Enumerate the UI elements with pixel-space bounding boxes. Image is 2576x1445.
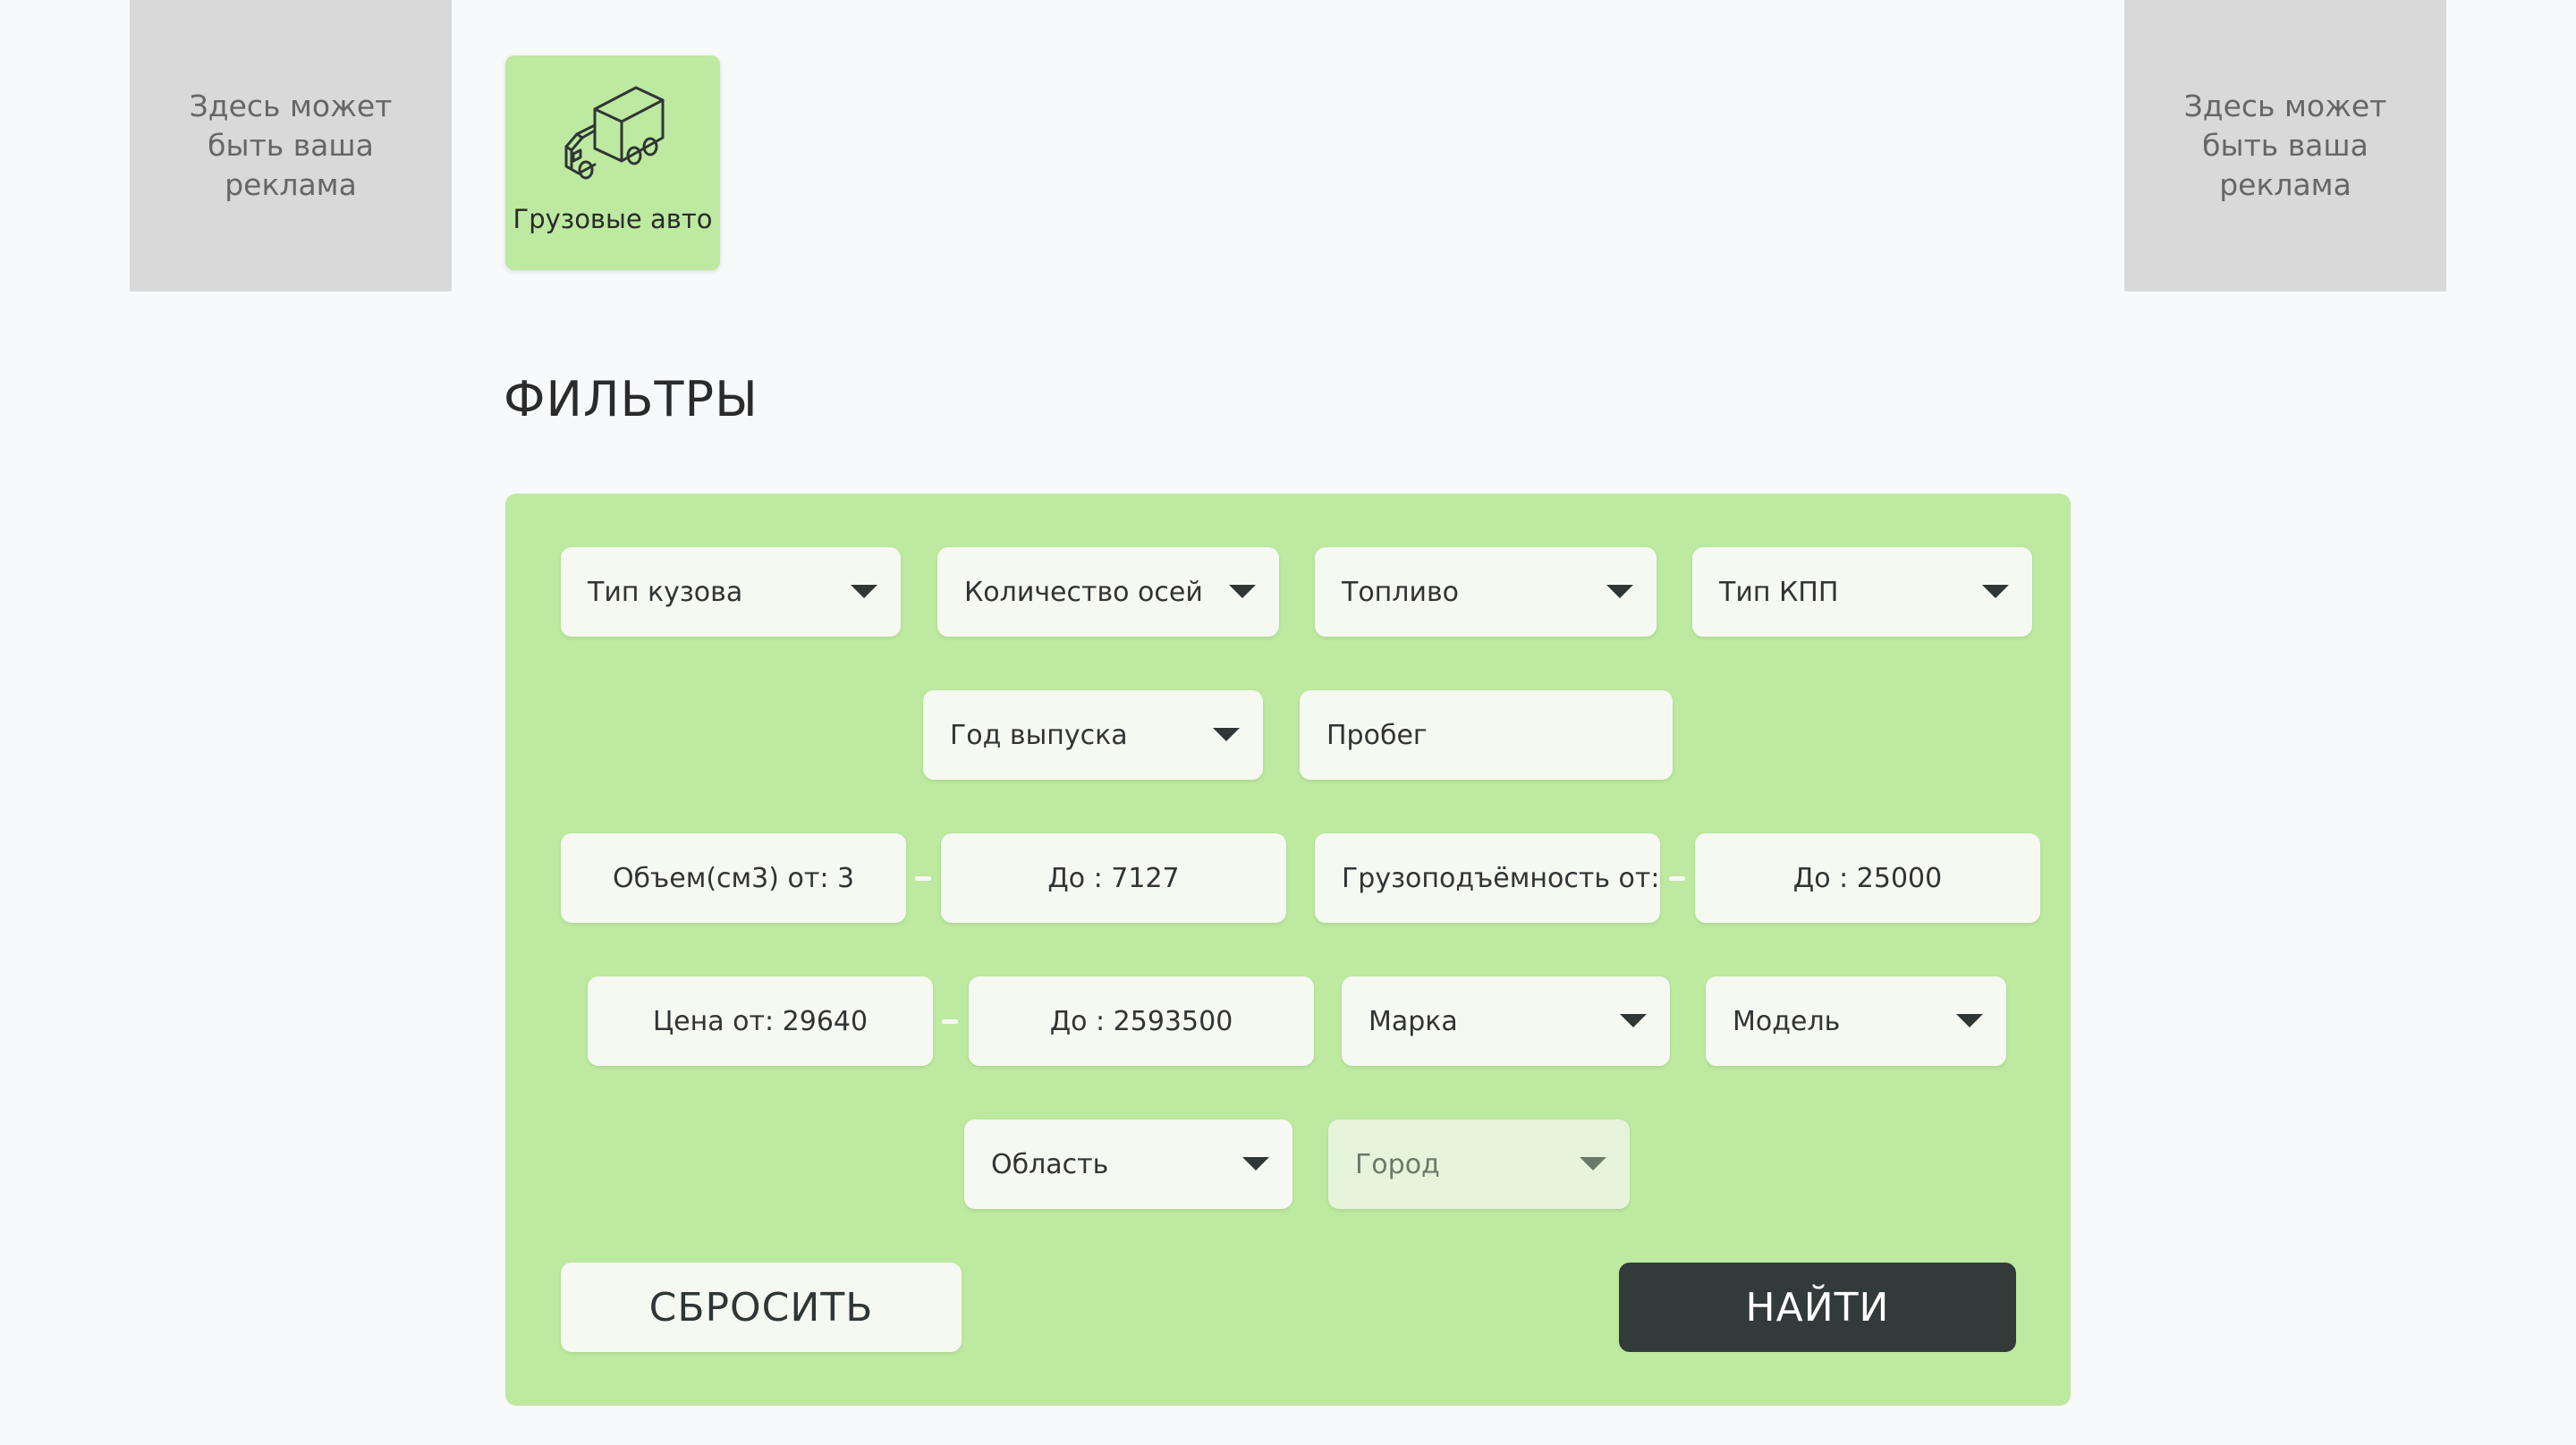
capacity-from-input[interactable]: Грузоподъёмность от: — [1315, 833, 1660, 923]
find-button[interactable]: НАЙТИ — [1619, 1263, 2016, 1352]
gearbox-label: Тип КПП — [1719, 576, 1839, 608]
range-dash — [942, 1019, 958, 1024]
price-to-input[interactable]: До : 2593500 — [969, 976, 1314, 1066]
chevron-down-icon — [1620, 1014, 1647, 1027]
ad-banner-left[interactable]: Здесь может быть ваша реклама — [130, 0, 452, 292]
volume-to-value: До : 7127 — [1047, 862, 1180, 894]
city-label: Город — [1355, 1148, 1440, 1180]
price-from-input[interactable]: Цена от: 29640 — [588, 976, 933, 1066]
filters-panel: Тип кузова Количество осей Топливо Тип К… — [505, 494, 2071, 1406]
chevron-down-icon — [1606, 585, 1633, 598]
chevron-down-icon — [1982, 585, 2009, 598]
fuel-select[interactable]: Топливо — [1315, 547, 1657, 637]
body-type-select[interactable]: Тип кузова — [561, 547, 901, 637]
ad-banner-right[interactable]: Здесь может быть ваша реклама — [2124, 0, 2446, 292]
chevron-down-icon — [1242, 1157, 1269, 1170]
axles-select[interactable]: Количество осей — [937, 547, 1279, 637]
year-select[interactable]: Год выпуска — [923, 690, 1263, 780]
chevron-down-icon — [1580, 1157, 1606, 1170]
fuel-label: Топливо — [1342, 576, 1460, 608]
model-label: Модель — [1733, 1005, 1841, 1037]
axles-label: Количество осей — [964, 576, 1203, 608]
gearbox-select[interactable]: Тип КПП — [1692, 547, 2032, 637]
page: Здесь может быть ваша реклама Здесь може… — [0, 0, 2576, 1445]
capacity-from-value: Грузоподъёмность от: — [1342, 862, 1660, 894]
region-label: Область — [991, 1148, 1109, 1180]
body-type-label: Тип кузова — [588, 576, 743, 608]
chevron-down-icon — [1229, 585, 1256, 598]
range-dash — [1669, 876, 1685, 881]
truck-icon — [559, 55, 666, 186]
mileage-label: Пробег — [1326, 719, 1428, 751]
mileage-input[interactable]: Пробег — [1300, 690, 1673, 780]
chevron-down-icon — [1956, 1014, 1983, 1027]
city-select[interactable]: Город — [1328, 1120, 1630, 1209]
model-select[interactable]: Модель — [1706, 976, 2006, 1066]
brand-label: Марка — [1368, 1005, 1458, 1037]
price-to-value: До : 2593500 — [1049, 1005, 1233, 1037]
capacity-to-value: До : 25000 — [1792, 862, 1943, 894]
reset-button-label: СБРОСИТЬ — [648, 1284, 874, 1331]
volume-from-value: Объем(см3) от: 3 — [612, 862, 855, 894]
region-select[interactable]: Область — [964, 1120, 1292, 1209]
filters-title: ФИЛЬТРЫ — [504, 371, 758, 427]
ad-text: Здесь может быть ваша реклама — [189, 89, 393, 202]
volume-to-input[interactable]: До : 7127 — [941, 833, 1286, 923]
capacity-to-input[interactable]: До : 25000 — [1695, 833, 2040, 923]
price-from-value: Цена от: 29640 — [652, 1005, 869, 1037]
find-button-label: НАЙТИ — [1745, 1284, 1890, 1331]
brand-select[interactable]: Марка — [1342, 976, 1670, 1066]
chevron-down-icon — [1213, 728, 1240, 741]
range-dash — [915, 876, 931, 881]
category-label: Грузовые авто — [513, 204, 713, 234]
volume-from-input[interactable]: Объем(см3) от: 3 — [561, 833, 906, 923]
chevron-down-icon — [851, 585, 877, 598]
year-label: Год выпуска — [950, 719, 1128, 751]
ad-text: Здесь может быть ваша реклама — [2183, 89, 2387, 202]
reset-button[interactable]: СБРОСИТЬ — [561, 1263, 962, 1352]
category-trucks[interactable]: Грузовые авто — [505, 55, 720, 270]
